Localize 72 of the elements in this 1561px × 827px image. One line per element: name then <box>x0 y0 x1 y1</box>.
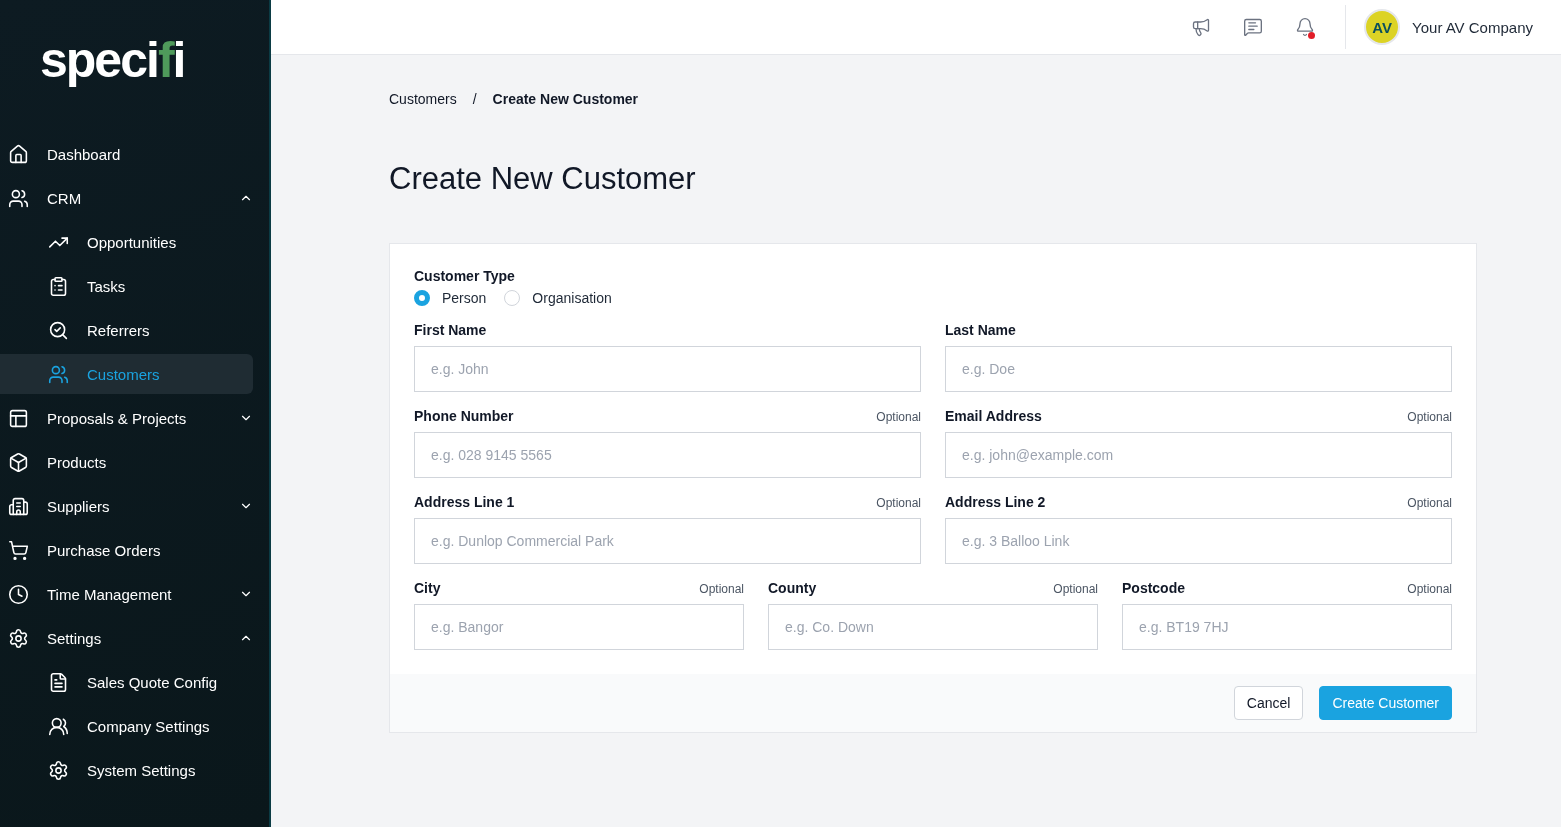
input-field[interactable]: e.g. john@example.com <box>945 432 1452 478</box>
nav-icon <box>48 671 69 693</box>
sidebar-item[interactable]: Suppliers <box>0 486 253 526</box>
company-name: Your AV Company <box>1412 18 1533 36</box>
input-field[interactable]: e.g. 028 9145 5565 <box>414 432 921 478</box>
input-field[interactable]: e.g. BT19 7HJ <box>1122 604 1452 650</box>
radio-button[interactable] <box>504 290 521 306</box>
radio-button[interactable] <box>414 290 430 306</box>
sidebar-item[interactable]: Customers <box>0 354 253 394</box>
nav-icon <box>8 143 29 165</box>
cancel-button[interactable]: Cancel <box>1233 686 1304 720</box>
sidebar-item[interactable]: Opportunities <box>0 222 253 262</box>
nav-icon <box>48 759 69 781</box>
optional-hint: Optional <box>699 582 744 596</box>
field-label: Address Line 1 <box>414 494 515 510</box>
input-field[interactable]: e.g. John <box>414 346 921 392</box>
radio-label: Person <box>442 290 487 306</box>
field-label: First Name <box>414 322 487 338</box>
radio-option[interactable]: Organisation <box>504 290 612 306</box>
nav-icon <box>8 495 29 517</box>
nav-icon <box>48 363 69 385</box>
field-label: Customer Type <box>414 268 516 284</box>
input-field[interactable]: e.g. Co. Down <box>768 604 1098 650</box>
radio-label: Organisation <box>532 290 612 306</box>
field-label: City <box>414 580 441 596</box>
field-label: Postcode <box>1122 580 1185 596</box>
optional-hint: Optional <box>1407 410 1452 424</box>
field-label: Last Name <box>945 322 1016 338</box>
field-label: County <box>768 580 817 596</box>
chat-icon <box>1243 17 1264 37</box>
input-field[interactable]: e.g. Dunlop Commercial Park <box>414 518 921 564</box>
sidebar-item[interactable]: Referrers <box>0 310 253 350</box>
breadcrumb-item[interactable]: Customers <box>389 91 457 107</box>
sidebar-item[interactable]: Time Management <box>0 574 253 614</box>
megaphone-icon <box>1191 17 1212 37</box>
sidebar-item[interactable]: CRM <box>0 178 253 218</box>
sidebar-item[interactable]: Sales Quote Config <box>0 662 253 702</box>
sidebar-item[interactable]: Dashboard <box>0 134 253 174</box>
sidebar-item[interactable]: Tasks <box>0 266 253 306</box>
breadcrumb-item: Create New Customer <box>492 91 639 107</box>
sidebar-item[interactable]: Proposals & Projects <box>0 398 253 438</box>
optional-hint: Optional <box>1407 496 1452 510</box>
optional-hint: Optional <box>1407 582 1452 596</box>
sidebar-item[interactable]: Products <box>0 442 253 482</box>
sidebar-item[interactable]: Settings <box>0 618 253 658</box>
nav-icon <box>48 319 69 341</box>
breadcrumb-separator: / <box>472 91 477 107</box>
nav-icon <box>48 715 69 737</box>
page-title: Create New Customer <box>389 161 697 197</box>
optional-hint: Optional <box>1053 582 1098 596</box>
sidebar-item[interactable]: System Settings <box>0 750 253 790</box>
nav-icon <box>48 275 69 297</box>
field-label: Email Address <box>945 408 1042 424</box>
logo: specifi <box>39 31 186 90</box>
avatar[interactable]: AV <box>1364 9 1401 45</box>
nav-icon <box>8 451 29 473</box>
radio-option[interactable]: Person <box>414 290 487 306</box>
input-field[interactable]: e.g. Bangor <box>414 604 744 650</box>
nav-icon <box>8 627 29 649</box>
nav-icon <box>8 539 29 561</box>
field-label: Phone Number <box>414 408 514 424</box>
sidebar-item[interactable]: Purchase Orders <box>0 530 253 570</box>
optional-hint: Optional <box>876 496 921 510</box>
field-label: Address Line 2 <box>945 494 1046 510</box>
nav-icon <box>8 187 29 209</box>
optional-hint: Optional <box>876 410 921 424</box>
input-field[interactable]: e.g. Doe <box>945 346 1452 392</box>
nav-icon <box>8 583 29 605</box>
sidebar-item[interactable]: Company Settings <box>0 706 253 746</box>
input-field[interactable]: e.g. 3 Balloo Link <box>945 518 1452 564</box>
nav-icon <box>8 407 29 429</box>
bell-icon <box>1295 17 1316 37</box>
